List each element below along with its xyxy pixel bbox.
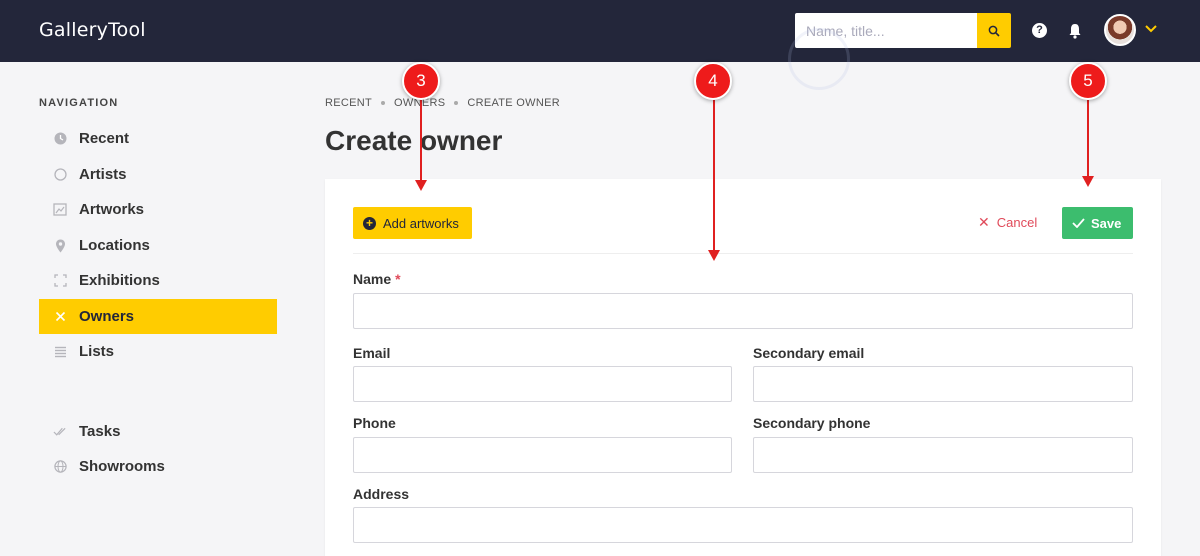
phone-field[interactable]	[353, 437, 732, 473]
circle-icon	[53, 168, 67, 182]
breadcrumb: RECENT OWNERS CREATE OWNER	[325, 97, 560, 109]
annotation-arrow-head	[1082, 176, 1094, 187]
sidebar-item-owners[interactable]: Owners	[39, 299, 277, 334]
page-title: Create owner	[325, 125, 503, 156]
breadcrumb-item-current: CREATE OWNER	[467, 97, 560, 109]
add-artworks-label: Add artworks	[383, 215, 459, 231]
breadcrumb-separator	[381, 101, 386, 105]
name-field[interactable]	[353, 293, 1133, 329]
check-icon	[1072, 218, 1085, 228]
chevron-down-icon[interactable]	[1144, 24, 1158, 34]
add-artworks-button[interactable]: + Add artworks	[353, 207, 472, 239]
secondary-phone-label: Secondary phone	[753, 415, 871, 431]
sidebar-item-artists[interactable]: Artists	[39, 157, 277, 192]
search-icon	[988, 25, 1000, 37]
sidebar-item-tasks[interactable]: Tasks	[39, 414, 277, 449]
sidebar-item-label: Showrooms	[79, 458, 165, 475]
sidebar-item-label: Exhibitions	[79, 272, 160, 289]
sidebar-item-label: Artists	[79, 166, 127, 183]
annotation-arrow-line	[713, 100, 715, 250]
frame-icon	[53, 274, 67, 288]
sidebar-item-label: Lists	[79, 343, 115, 360]
close-icon: ✕	[978, 214, 990, 230]
annotation-arrow-line	[420, 100, 422, 180]
save-label: Save	[1091, 215, 1122, 231]
secondary-email-field[interactable]	[753, 366, 1133, 402]
sidebar-item-recent[interactable]: Recent	[39, 121, 277, 156]
annotation-arrow-head	[708, 250, 720, 261]
image-icon	[53, 203, 67, 217]
annotation-arrow-line	[1087, 100, 1089, 176]
toolbar-divider	[353, 253, 1133, 254]
sidebar-item-exhibitions[interactable]: Exhibitions	[39, 263, 277, 298]
clock-icon	[53, 132, 67, 146]
cancel-label: Cancel	[996, 215, 1038, 230]
sidebar-item-label: Recent	[79, 130, 130, 147]
annotation-marker-3: 3	[402, 62, 440, 100]
breadcrumb-item-recent[interactable]: RECENT	[325, 97, 372, 109]
address-label: Address	[353, 486, 410, 502]
top-bar: GalleryTool ?	[0, 0, 1200, 62]
annotation-arrow-head	[415, 180, 427, 191]
user-avatar[interactable]	[1104, 14, 1136, 46]
plus-circle-icon: +	[363, 216, 376, 230]
phone-label: Phone	[353, 415, 396, 431]
annotation-marker-4: 4	[694, 62, 732, 100]
secondary-phone-field[interactable]	[753, 437, 1133, 473]
sidebar-item-artworks[interactable]: Artworks	[39, 192, 277, 227]
email-label: Email	[353, 345, 391, 361]
bell-icon[interactable]	[1067, 22, 1083, 40]
address-field[interactable]	[353, 507, 1133, 543]
pin-icon	[53, 239, 67, 253]
annotation-marker-5: 5	[1069, 62, 1107, 100]
check-double-icon	[53, 425, 67, 439]
email-field[interactable]	[353, 366, 732, 402]
required-marker: *	[395, 271, 401, 287]
sidebar-item-showrooms[interactable]: Showrooms	[39, 449, 277, 484]
sidebar-item-label: Tasks	[79, 423, 121, 440]
loading-spinner	[788, 28, 850, 90]
globe-icon	[53, 460, 67, 474]
save-button[interactable]: Save	[1062, 207, 1133, 239]
sidebar-item-label: Owners	[79, 308, 135, 325]
breadcrumb-separator	[454, 101, 459, 105]
close-icon	[53, 310, 67, 324]
sidebar-item-label: Locations	[79, 237, 150, 254]
name-label-text: Name	[353, 271, 392, 287]
name-label: Name *	[353, 271, 401, 287]
list-icon	[53, 345, 67, 359]
nav-heading: NAVIGATION	[39, 97, 119, 109]
sidebar-item-locations[interactable]: Locations	[39, 228, 277, 263]
sidebar-item-lists[interactable]: Lists	[39, 334, 277, 369]
help-icon[interactable]: ?	[1032, 23, 1047, 38]
app-logo[interactable]: GalleryTool	[39, 19, 146, 41]
secondary-email-label: Secondary email	[753, 345, 865, 361]
search-button[interactable]	[977, 13, 1011, 48]
cancel-button[interactable]: ✕ Cancel	[978, 214, 1037, 231]
owner-form-card: + Add artworks ✕ Cancel Save Name * Email…	[325, 179, 1161, 556]
sidebar-item-label: Artworks	[79, 201, 145, 218]
